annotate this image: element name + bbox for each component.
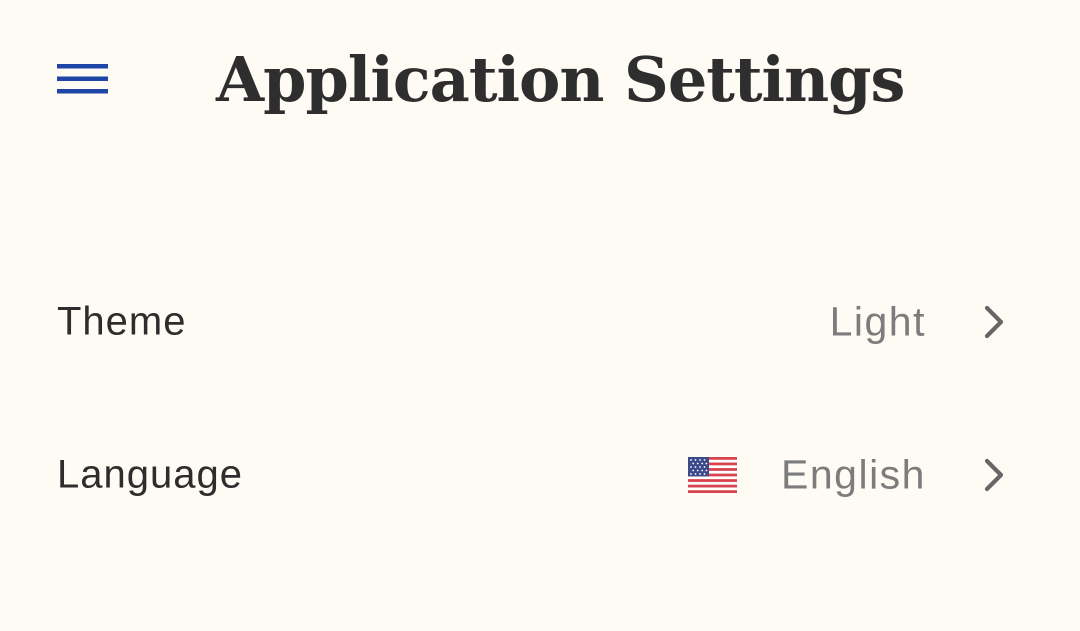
language-value: English	[781, 451, 926, 497]
chevron-right-icon	[984, 458, 1004, 491]
language-setting-row[interactable]: Language English	[0, 398, 1080, 551]
theme-setting-row[interactable]: Theme Light	[0, 245, 1080, 398]
menu-button[interactable]	[44, 48, 122, 110]
us-flag-icon	[688, 456, 737, 493]
hamburger-menu-icon	[57, 64, 108, 94]
app-bar: Application Settings	[0, 0, 1080, 160]
language-label: Language	[57, 452, 243, 496]
settings-list: Theme Light Language English	[0, 245, 1080, 551]
theme-label: Theme	[57, 299, 187, 343]
theme-value: Light	[829, 298, 926, 344]
page-title: Application Settings	[216, 43, 905, 116]
chevron-right-icon	[984, 305, 1004, 338]
